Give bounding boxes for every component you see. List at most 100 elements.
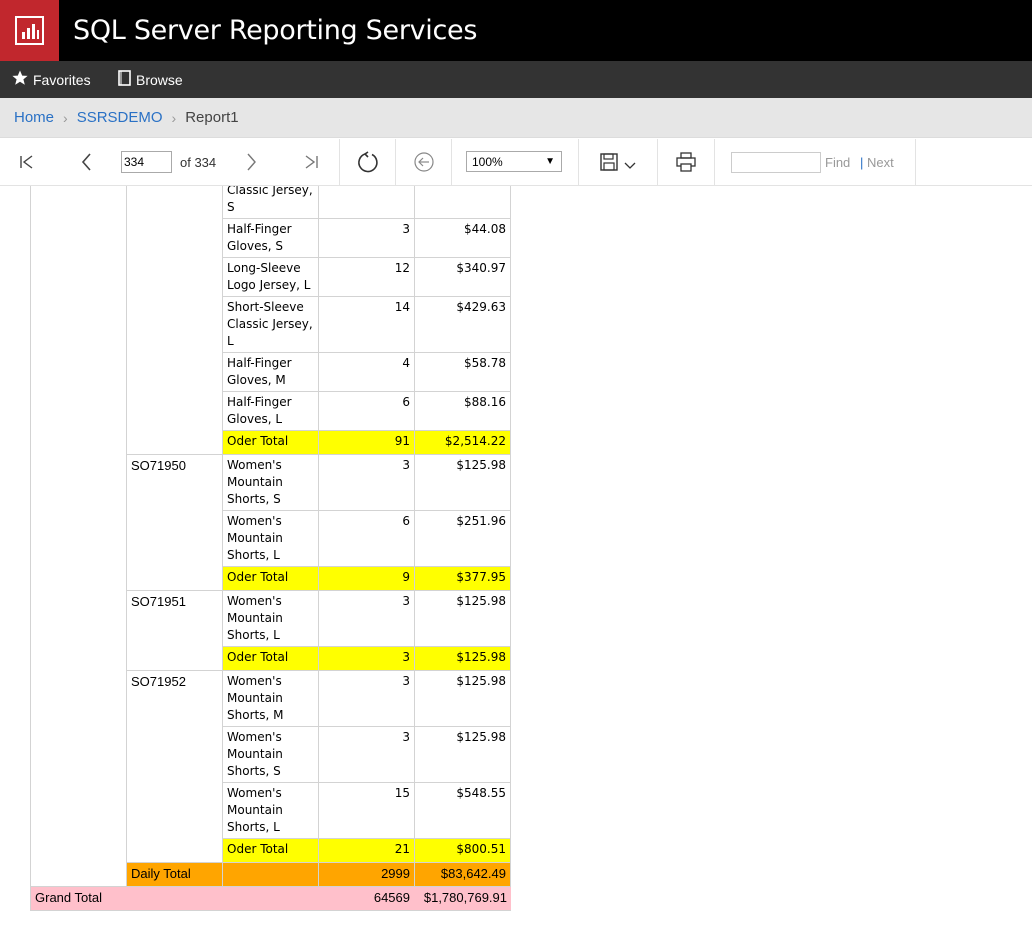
- qty-cell: [318, 186, 414, 219]
- qty-cell: 3: [318, 591, 414, 647]
- find-separator: |: [860, 155, 864, 170]
- app-title: SQL Server Reporting Services: [73, 15, 478, 46]
- qty-cell: 6: [318, 392, 414, 431]
- table-border: [510, 219, 511, 258]
- amount-cell: $125.98: [414, 455, 510, 511]
- order-number-cell: SO71950: [126, 455, 222, 591]
- next-page-button[interactable]: [234, 139, 268, 185]
- previous-page-button[interactable]: [70, 139, 104, 185]
- product-cell: Half-Finger Gloves, M: [222, 353, 318, 392]
- table-border: [510, 258, 511, 297]
- table-border: [510, 186, 511, 219]
- qty-cell: 12: [318, 258, 414, 297]
- daily-total-amount: $83,642.49: [414, 863, 510, 887]
- order-total-label: Oder Total: [222, 839, 318, 863]
- amount-cell: [414, 186, 510, 219]
- browse-link[interactable]: Browse: [118, 61, 183, 98]
- toolbar-divider: [915, 139, 916, 185]
- zoom-select[interactable]: 100% ▼: [466, 151, 562, 172]
- save-icon: [599, 153, 618, 171]
- qty-cell: 3: [318, 219, 414, 258]
- amount-cell: $125.98: [414, 591, 510, 647]
- order-total-label: Oder Total: [222, 431, 318, 455]
- last-page-icon: [305, 155, 318, 169]
- product-cell: Women's Mountain Shorts, S: [222, 727, 318, 783]
- favorites-link[interactable]: Favorites: [12, 61, 91, 98]
- order-total-amount: $377.95: [414, 567, 510, 591]
- amount-cell: $58.78: [414, 353, 510, 392]
- table-border: [510, 392, 511, 431]
- amount-cell: $548.55: [414, 783, 510, 839]
- title-bar: SQL Server Reporting Services: [0, 0, 1032, 61]
- grand-total-label: Grand Total: [30, 887, 318, 911]
- order-total-amount: $125.98: [414, 647, 510, 671]
- table-border: [510, 863, 511, 887]
- breadcrumb-folder[interactable]: SSRSDEMO: [77, 109, 163, 126]
- refresh-icon: [357, 151, 378, 173]
- breadcrumb-home[interactable]: Home: [14, 109, 54, 126]
- printer-icon: [676, 152, 696, 172]
- chevron-left-icon: [81, 153, 91, 171]
- breadcrumb-report: Report1: [185, 109, 239, 126]
- table-border: [510, 647, 511, 671]
- qty-cell: 4: [318, 353, 414, 392]
- table-border: [510, 671, 511, 727]
- find-input[interactable]: [731, 152, 821, 173]
- table-border: [510, 727, 511, 783]
- order-total-label: Oder Total: [222, 647, 318, 671]
- chevron-right-icon: ›: [171, 109, 177, 126]
- page-number-input[interactable]: [121, 151, 172, 173]
- back-button[interactable]: [396, 139, 451, 185]
- amount-cell: $340.97: [414, 258, 510, 297]
- grand-total-qty: 64569: [318, 887, 414, 911]
- product-cell: Women's Mountain Shorts, L: [222, 591, 318, 647]
- amount-cell: $429.63: [414, 297, 510, 353]
- ssrs-logo-icon[interactable]: [0, 0, 59, 61]
- product-cell: Half-Finger Gloves, L: [222, 392, 318, 431]
- table-border: [510, 353, 511, 392]
- back-arrow-circle-icon: [413, 152, 434, 172]
- zoom-value: 100%: [472, 154, 503, 169]
- qty-cell: 3: [318, 455, 414, 511]
- browse-icon: [118, 70, 131, 89]
- chevron-right-icon: ›: [63, 109, 68, 126]
- page-count-label: of 334: [180, 155, 217, 170]
- order-total-qty: 91: [318, 431, 414, 455]
- table-border: [510, 839, 511, 863]
- table-border: [510, 511, 511, 567]
- daily-total-qty: 2999: [318, 863, 414, 887]
- export-button[interactable]: [579, 139, 657, 185]
- chevron-right-icon: [247, 153, 256, 171]
- amount-cell: $251.96: [414, 511, 510, 567]
- order-total-amount: $2,514.22: [414, 431, 510, 455]
- order-cell: [126, 186, 222, 455]
- star-icon: [12, 70, 28, 89]
- product-cell: Women's Mountain Shorts, L: [222, 511, 318, 567]
- print-button[interactable]: [658, 139, 714, 185]
- nav-bar: Favorites Browse: [0, 61, 1032, 98]
- refresh-button[interactable]: [340, 139, 395, 185]
- first-page-button[interactable]: [10, 139, 44, 185]
- date-cell: [30, 186, 126, 887]
- amount-cell: $88.16: [414, 392, 510, 431]
- order-total-label: Oder Total: [222, 567, 318, 591]
- table-border: [510, 297, 511, 353]
- table-border: [510, 431, 511, 455]
- last-page-button[interactable]: [294, 139, 328, 185]
- find-button[interactable]: Find: [825, 155, 850, 170]
- table-border: [510, 783, 511, 839]
- breadcrumb: Home › SSRSDEMO › Report1: [0, 98, 1032, 138]
- product-cell: Women's Mountain Shorts, L: [222, 783, 318, 839]
- amount-cell: $125.98: [414, 671, 510, 727]
- product-cell: Short-Sleeve Classic Jersey, L: [222, 297, 318, 353]
- grand-total-amount: $1,780,769.91: [414, 887, 511, 911]
- qty-cell: 3: [318, 727, 414, 783]
- first-page-icon: [20, 155, 33, 169]
- find-next-button[interactable]: Next: [867, 155, 894, 170]
- daily-total-blank: [222, 863, 318, 887]
- table-border: [510, 455, 511, 511]
- product-cell: Women's Mountain Shorts, M: [222, 671, 318, 727]
- order-total-qty: 21: [318, 839, 414, 863]
- amount-cell: $125.98: [414, 727, 510, 783]
- report-body: Classic Jersey, S Half-Finger Gloves, S 3 $…: [0, 186, 1032, 948]
